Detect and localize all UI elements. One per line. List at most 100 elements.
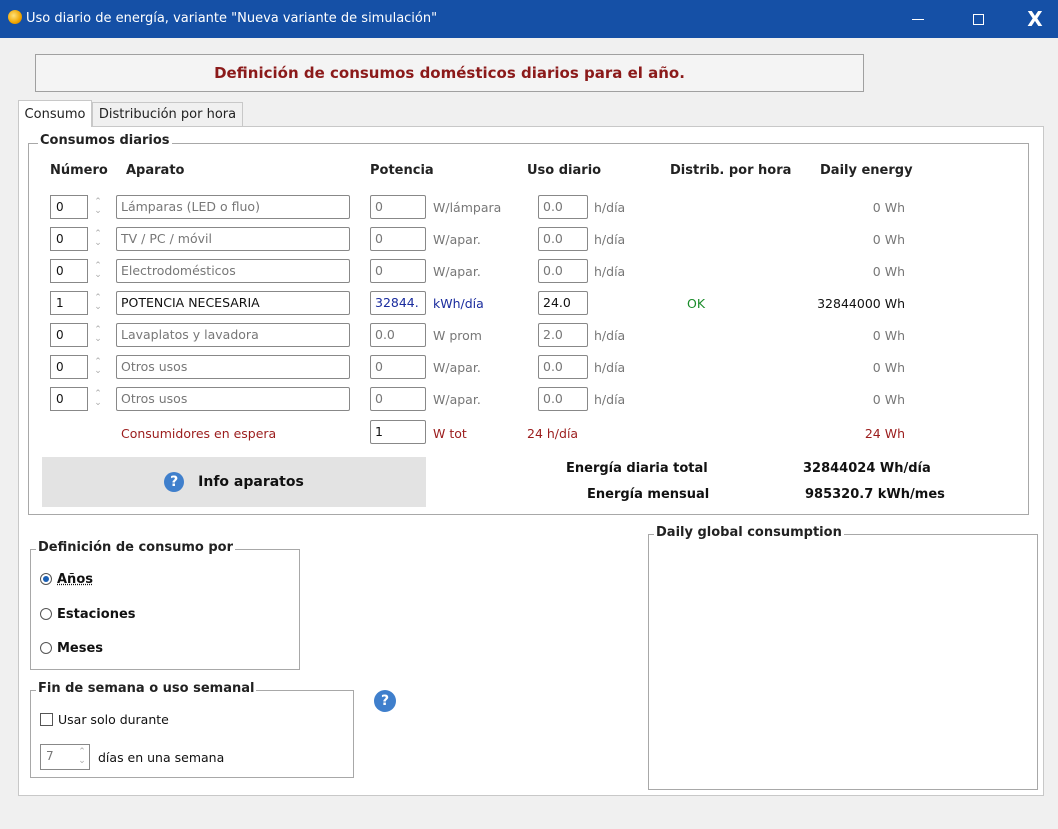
numero-value: 0: [56, 328, 64, 342]
consumos-diarios-label: Consumos diarios: [38, 133, 172, 148]
aparato-input[interactable]: Lámparas (LED o fluo): [116, 195, 350, 219]
numero-stepper-arrows-icon[interactable]: ⌃ ⌄: [93, 230, 103, 248]
dias-label: días en una semana: [98, 750, 225, 765]
potencia-unit: W/apar.: [433, 360, 481, 375]
dias-value: 7: [46, 749, 54, 763]
aparato-input[interactable]: Otros usos: [116, 387, 350, 411]
potencia-input[interactable]: 0: [370, 227, 426, 251]
numero-value: 0: [56, 200, 64, 214]
numero-value: 1: [56, 296, 64, 310]
potencia-unit: W/apar.: [433, 392, 481, 407]
minimize-icon: [912, 18, 924, 20]
aparato-input[interactable]: Electrodomésticos: [116, 259, 350, 283]
radio-meses-circle[interactable]: [40, 642, 52, 654]
distrib-status: OK: [687, 296, 706, 311]
radio-estaciones[interactable]: Estaciones: [40, 607, 180, 625]
potencia-input[interactable]: 0.0: [370, 323, 426, 347]
radio-estaciones-label: Estaciones: [57, 607, 136, 622]
uso-diario-input[interactable]: 0.0: [538, 387, 588, 411]
usar-solo-label: Usar solo durante: [58, 712, 169, 727]
close-button[interactable]: X: [1012, 0, 1058, 38]
daily-global-consumption-group: [648, 534, 1038, 790]
fin-semana-help-icon[interactable]: ?: [374, 690, 396, 712]
numero-stepper[interactable]: 0 ⌃ ⌄: [50, 323, 102, 347]
uso-diario-input[interactable]: 24.0: [538, 291, 588, 315]
numero-stepper-arrows-icon[interactable]: ⌃ ⌄: [93, 390, 103, 408]
total-monthly-label: Energía mensual: [587, 487, 710, 502]
daily-energy-value: 0 Wh: [872, 232, 905, 247]
header-box: Definición de consumos domésticos diario…: [35, 54, 864, 92]
info-aparatos-label: Info aparatos: [198, 474, 304, 490]
standby-power-input[interactable]: 1: [370, 420, 426, 444]
aparato-input[interactable]: POTENCIA NECESARIA: [116, 291, 350, 315]
info-aparatos-button[interactable]: ? Info aparatos: [42, 457, 426, 507]
minimize-button[interactable]: [895, 0, 941, 38]
daily-global-consumption-label: Daily global consumption: [654, 525, 844, 540]
total-daily-value: 32844024 Wh/día: [803, 461, 931, 476]
uso-diario-unit: h/día: [594, 360, 626, 375]
numero-stepper-arrows-icon[interactable]: ⌃ ⌄: [93, 326, 103, 344]
uso-diario-input[interactable]: 2.0: [538, 323, 588, 347]
window-title: Uso diario de energía, variante "Nueva v…: [26, 11, 438, 26]
radio-estaciones-circle[interactable]: [40, 608, 52, 620]
uso-diario-unit: h/día: [594, 264, 626, 279]
potencia-input[interactable]: 0: [370, 259, 426, 283]
aparato-input[interactable]: TV / PC / móvil: [116, 227, 350, 251]
help-icon: ?: [164, 472, 185, 492]
numero-value: 0: [56, 232, 64, 246]
tab-consumo[interactable]: Consumo: [18, 100, 92, 127]
numero-stepper-arrows-icon[interactable]: ⌃ ⌄: [93, 262, 103, 280]
tab-distribucion-por-hora[interactable]: Distribución por hora: [92, 102, 243, 126]
potencia-input[interactable]: 0: [370, 195, 426, 219]
numero-stepper[interactable]: 1 ⌃ ⌄: [50, 291, 102, 315]
potencia-input[interactable]: 0: [370, 387, 426, 411]
dias-stepper[interactable]: 7 ⌃ ⌄: [40, 744, 90, 770]
numero-stepper-arrows-icon[interactable]: ⌃ ⌄: [93, 294, 103, 312]
radio-meses[interactable]: Meses: [40, 641, 160, 659]
radio-anos-circle[interactable]: [40, 573, 52, 585]
header-uso-diario: Uso diario: [527, 163, 602, 178]
numero-stepper-arrows-icon[interactable]: ⌃ ⌄: [93, 358, 103, 376]
total-daily-label: Energía diaria total: [566, 461, 708, 476]
uso-diario-unit: h/día: [594, 392, 626, 407]
radio-meses-label: Meses: [57, 641, 104, 656]
numero-stepper-arrows-icon[interactable]: ⌃ ⌄: [93, 198, 103, 216]
daily-energy-value: 0 Wh: [872, 328, 905, 343]
numero-stepper[interactable]: 0 ⌃ ⌄: [50, 355, 102, 379]
numero-stepper[interactable]: 0 ⌃ ⌄: [50, 195, 102, 219]
fin-semana-label: Fin de semana o uso semanal: [36, 681, 257, 696]
maximize-button[interactable]: [955, 0, 1001, 38]
uso-diario-input[interactable]: 0.0: [538, 259, 588, 283]
potencia-unit: W prom: [433, 328, 482, 343]
aparato-input[interactable]: Lavaplatos y lavadora: [116, 323, 350, 347]
page-title: Definición de consumos domésticos diario…: [214, 64, 685, 82]
potencia-input[interactable]: 0: [370, 355, 426, 379]
uso-diario-input[interactable]: 0.0: [538, 195, 588, 219]
header-potencia: Potencia: [370, 163, 434, 178]
uso-diario-unit: h/día: [594, 328, 626, 343]
header-aparato: Aparato: [126, 163, 185, 178]
uso-diario-unit: h/día: [594, 200, 626, 215]
numero-stepper[interactable]: 0 ⌃ ⌄: [50, 259, 102, 283]
numero-stepper[interactable]: 0 ⌃ ⌄: [50, 387, 102, 411]
aparato-input[interactable]: Otros usos: [116, 355, 350, 379]
daily-energy-value: 0 Wh: [872, 392, 905, 407]
potencia-input[interactable]: 32844.: [370, 291, 426, 315]
maximize-icon: [972, 13, 984, 25]
uso-diario-input[interactable]: 0.0: [538, 355, 588, 379]
radio-anos-label: Años: [57, 572, 93, 587]
uso-diario-input[interactable]: 0.0: [538, 227, 588, 251]
dias-stepper-arrows-icon[interactable]: ⌃ ⌄: [77, 748, 87, 766]
usar-solo-checkbox[interactable]: [40, 713, 53, 726]
header-distrib-por-hora: Distrib. por hora: [670, 163, 792, 178]
potencia-unit: W/apar.: [433, 264, 481, 279]
numero-stepper[interactable]: 0 ⌃ ⌄: [50, 227, 102, 251]
potencia-unit: W/lámpara: [433, 200, 502, 215]
app-icon: [8, 10, 22, 24]
standby-unit: W tot: [433, 426, 467, 441]
uso-diario-unit: h/día: [594, 232, 626, 247]
total-monthly-value: 985320.7 kWh/mes: [805, 487, 945, 502]
radio-anos[interactable]: Años: [40, 572, 160, 590]
daily-energy-value: 32844000 Wh: [817, 296, 905, 311]
daily-energy-value: 0 Wh: [872, 200, 905, 215]
